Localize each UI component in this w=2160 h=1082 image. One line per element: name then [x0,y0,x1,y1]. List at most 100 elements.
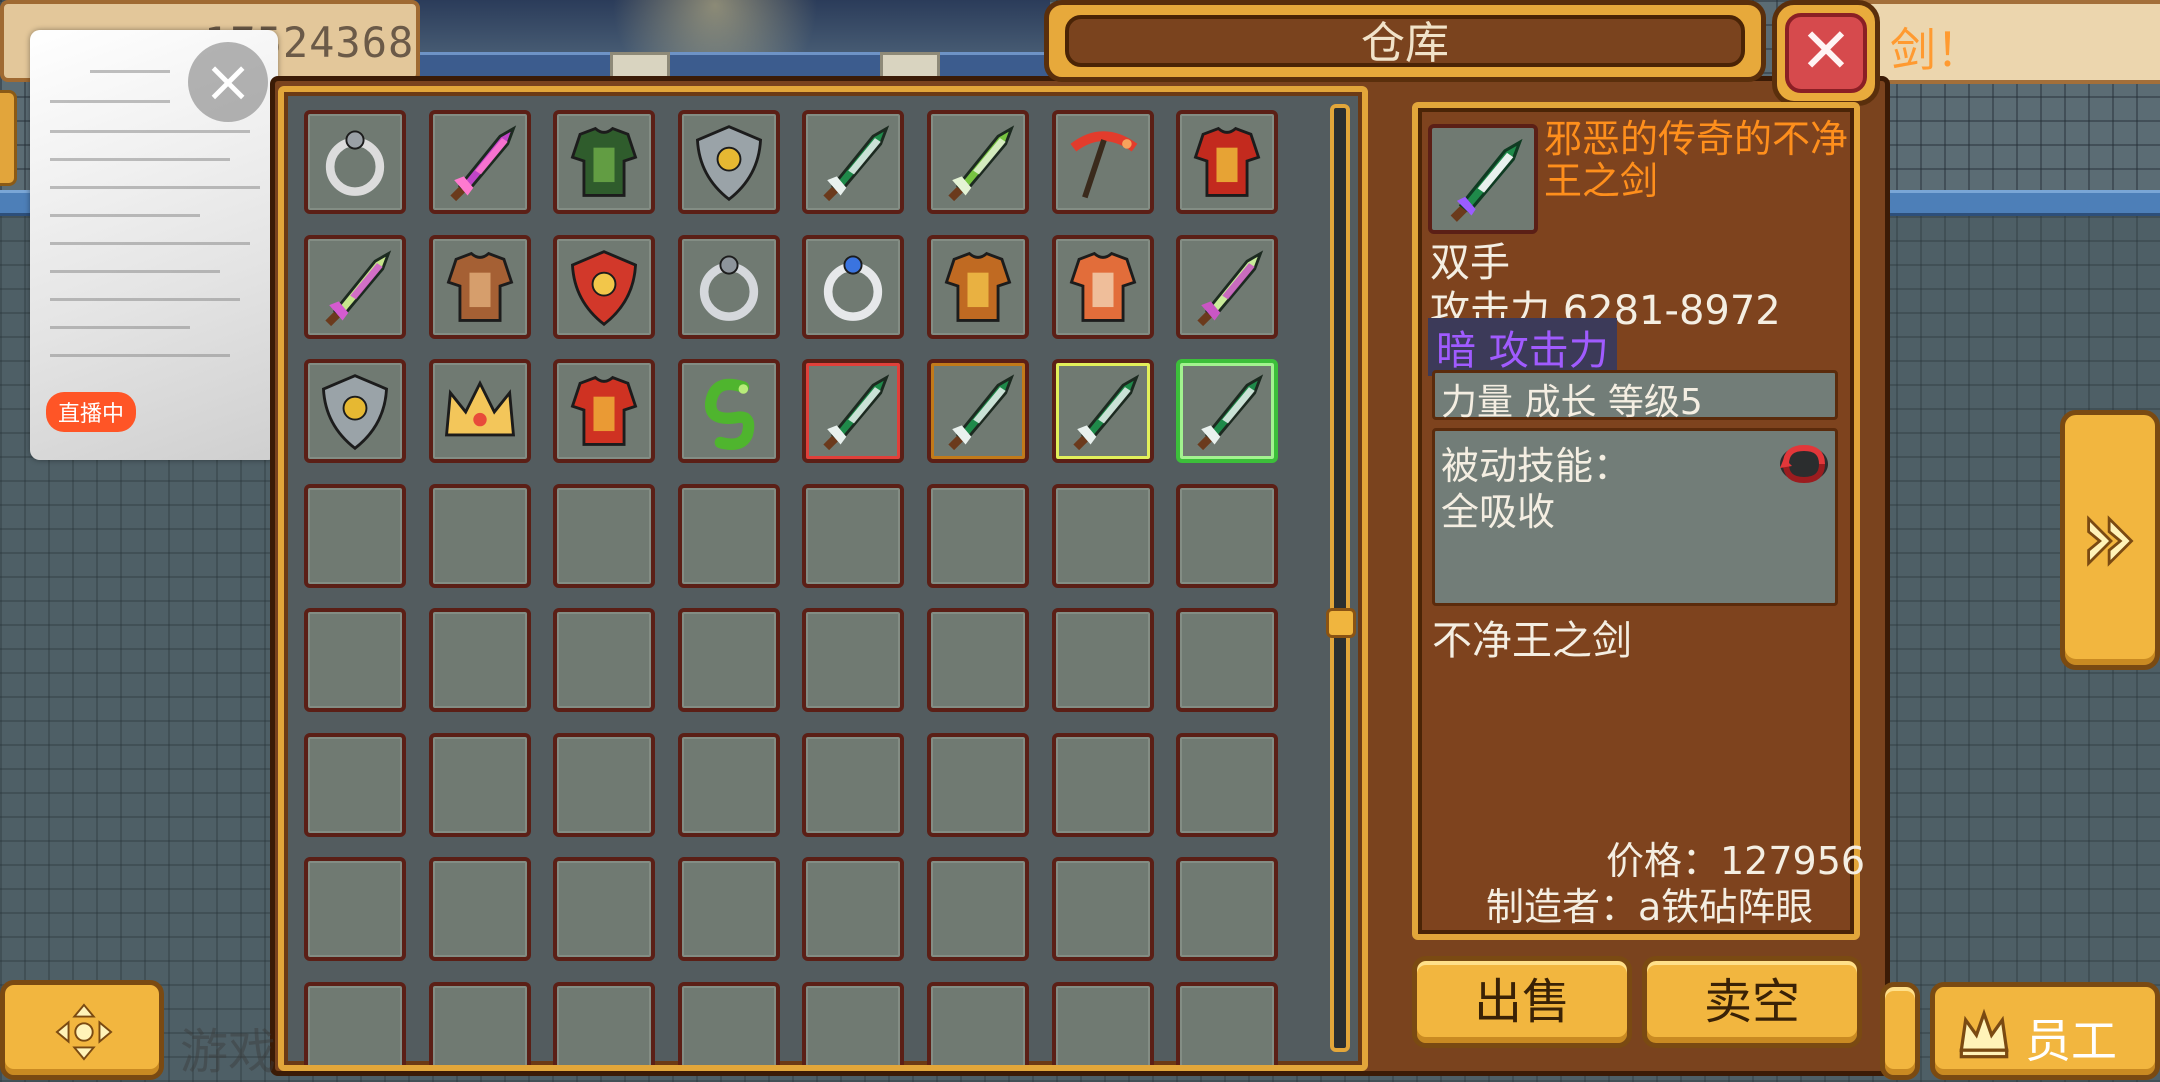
red-pickaxe-icon [1070,131,1138,199]
inventory-slot[interactable] [1052,110,1154,214]
inventory-slot-empty[interactable] [1176,733,1278,837]
sell-all-button[interactable]: 卖空 [1642,956,1862,1048]
grey-gold-shield-icon [695,125,763,202]
left-edge-tab[interactable] [0,90,17,186]
inventory-slot-empty[interactable] [1052,857,1154,961]
watermark-text: 游戏 [180,1024,277,1080]
inventory-slot[interactable] [1052,359,1154,463]
orange-robe-icon [1069,251,1137,322]
inventory-slot[interactable] [927,235,1029,339]
next-page-button[interactable] [2060,410,2160,670]
inventory-slot-empty[interactable] [1052,733,1154,837]
inventory-slot[interactable] [304,110,406,214]
hidden-side-button[interactable] [1880,982,1920,1080]
inventory-slot-empty[interactable] [1176,484,1278,588]
inventory-slot-empty[interactable] [429,982,531,1065]
inventory-slot-empty[interactable] [678,733,780,837]
inventory-slot-empty[interactable] [553,857,655,961]
sell-button[interactable]: 出售 [1412,956,1632,1048]
inventory-slot[interactable] [429,235,531,339]
inventory-slot[interactable] [678,359,780,463]
inventory-slot-empty[interactable] [802,608,904,712]
inventory-slot-empty[interactable] [1176,608,1278,712]
green-serpent-icon [705,378,755,450]
live-close-button[interactable]: × [188,42,268,122]
inventory-slot-empty[interactable] [802,733,904,837]
inventory-slot[interactable] [927,359,1029,463]
inventory-slot-empty[interactable] [304,982,406,1065]
inventory-slot-empty[interactable] [304,484,406,588]
inventory-slot-empty[interactable] [553,484,655,588]
move-dpad-button[interactable] [0,980,164,1080]
paper-line [50,186,260,189]
warehouse-title: 仓库 [1361,18,1449,69]
silver-necklace-icon [699,255,759,321]
inventory-slot[interactable] [1052,235,1154,339]
red-demon-armor-icon [1193,126,1261,197]
inventory-slot[interactable] [678,235,780,339]
inventory-slot[interactable] [1176,110,1278,214]
inventory-slot[interactable] [553,235,655,339]
inventory-slot-empty[interactable] [304,733,406,837]
inventory-slot[interactable] [802,110,904,214]
lion-crest-shield-icon [570,250,638,327]
inventory-slot-empty[interactable] [429,608,531,712]
staff-label: 员工 [2025,1014,2117,1068]
inventory-slot-empty[interactable] [304,857,406,961]
inventory-scrollbar[interactable] [1330,104,1350,1052]
inventory-slot-empty[interactable] [678,857,780,961]
inventory-slot-empty[interactable] [802,982,904,1065]
inventory-slot-empty[interactable] [927,484,1029,588]
scrollbar-thumb[interactable] [1326,608,1356,638]
inventory-slot-empty[interactable] [927,982,1029,1065]
green-leaf-blade-icon [1450,138,1523,222]
green-beetle-helmet-icon [570,126,638,197]
inventory-slot[interactable] [802,359,904,463]
inventory-slot-empty[interactable] [1052,982,1154,1065]
inventory-slot[interactable] [429,110,531,214]
item-element: 暗 攻击力 [1428,318,1617,376]
detail-item-slot [1428,124,1538,234]
inventory-slot-empty[interactable] [802,484,904,588]
gem-ring-icon [823,255,883,321]
purple-broadsword-icon [450,125,517,202]
inventory-slot-empty[interactable] [1052,608,1154,712]
inventory-slot-empty[interactable] [1052,484,1154,588]
inventory-slot-empty[interactable] [429,857,531,961]
live-stream-overlay[interactable]: × 直播中 [30,30,278,460]
inventory-slot[interactable] [1176,359,1278,463]
green-leaf-blade-icon [1073,374,1140,451]
inventory-slot-empty[interactable] [678,982,780,1065]
item-name: 邪恶的传奇的不净王之剑 [1544,117,1849,203]
inventory-slot-empty[interactable] [1176,857,1278,961]
inventory-slot-empty[interactable] [927,733,1029,837]
inventory-slot[interactable] [553,110,655,214]
inventory-slot[interactable] [304,359,406,463]
close-button[interactable]: ✕ [1772,0,1880,106]
inventory-slot[interactable] [678,110,780,214]
inventory-slot[interactable] [802,235,904,339]
inventory-slot-empty[interactable] [1176,982,1278,1065]
inventory-slot[interactable] [429,359,531,463]
inventory-slot-empty[interactable] [304,608,406,712]
inventory-slot-empty[interactable] [927,608,1029,712]
inventory-slot[interactable] [1176,235,1278,339]
inventory-slot-empty[interactable] [553,608,655,712]
skill-name: 全吸收 [1441,490,1556,534]
inventory-slot-empty[interactable] [678,608,780,712]
staff-button[interactable]: 员工 [1930,982,2160,1080]
inventory-slot-empty[interactable] [429,733,531,837]
inventory-slot-empty[interactable] [553,982,655,1065]
inventory-slot[interactable] [927,110,1029,214]
background-blue-strip [1880,190,2160,216]
inventory-slot-empty[interactable] [553,733,655,837]
inventory-slot-empty[interactable] [678,484,780,588]
inventory-slot-empty[interactable] [927,857,1029,961]
paper-line [50,158,230,161]
notification-text: 剑！ [1890,23,1982,77]
jade-short-sword-icon [948,125,1015,202]
inventory-slot-empty[interactable] [429,484,531,588]
inventory-slot-empty[interactable] [802,857,904,961]
inventory-slot[interactable] [304,235,406,339]
inventory-slot[interactable] [553,359,655,463]
